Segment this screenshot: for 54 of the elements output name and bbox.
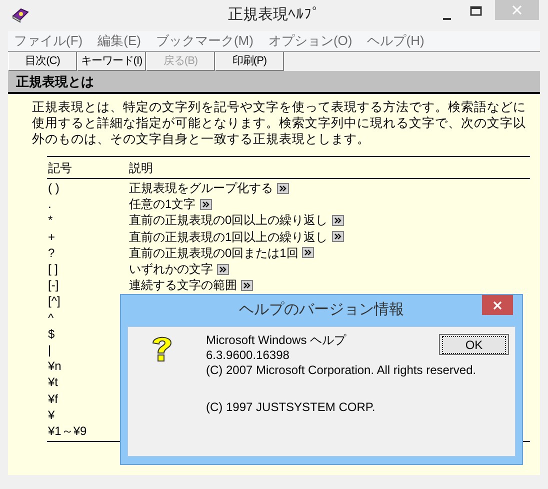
symbol-text: * <box>48 213 53 228</box>
dialog-title: ヘルプのバージョン情報 <box>239 300 404 320</box>
dialog-text: 6.3.9600.16398 <box>206 348 290 363</box>
jump-icon[interactable] <box>217 264 229 275</box>
symbol-text: ¥n <box>48 359 62 374</box>
close-button[interactable] <box>482 295 513 315</box>
jump-icon[interactable] <box>241 280 253 291</box>
symbol-text: $ <box>48 326 55 341</box>
menu-item[interactable]: ヘルプ(H) <box>367 31 424 51</box>
description-text: いずれかの文字 <box>129 262 213 276</box>
symbol-text: ¥t <box>48 375 58 390</box>
symbol-text: ? <box>48 246 55 260</box>
jump-icon[interactable] <box>277 182 289 194</box>
symbol-text: ¥ <box>48 408 55 422</box>
description-text: 正規表現をグループ化する <box>129 181 273 196</box>
description-text: 直前の正規表現の0回以上の繰り返し <box>129 213 328 228</box>
menu-item[interactable]: ファイル(F) <box>14 31 83 51</box>
description-text: 連続する文字の範囲 <box>129 278 237 292</box>
symbol-text: ¥f <box>48 392 58 406</box>
toolbar-button[interactable]: 印刷(P) <box>215 52 284 71</box>
close-icon <box>512 5 522 15</box>
symbol-text: [ ] <box>48 262 58 276</box>
jump-icon[interactable] <box>302 247 314 258</box>
symbol-text: ¥1～¥9 <box>48 424 87 438</box>
toolbar-button[interactable]: キーワード(I) <box>77 52 146 71</box>
column-header: 記号 <box>47 160 73 176</box>
symbol-text: [^] <box>48 294 60 308</box>
menu-item[interactable]: 編集(E) <box>98 31 141 51</box>
page-heading: 正規表現とは <box>16 72 94 91</box>
symbol-text: . <box>48 197 52 212</box>
toolbar-button[interactable]: 目次(C) <box>8 52 77 71</box>
book-icon <box>11 7 29 23</box>
close-icon <box>493 300 502 310</box>
symbol-text: + <box>48 230 56 244</box>
symbol-text: [-] <box>48 278 59 292</box>
menu-item[interactable]: ブックマーク(M) <box>156 31 254 51</box>
description-text: 直前の正規表現の0回または1回 <box>129 246 298 260</box>
symbol-text: ( ) <box>48 181 60 196</box>
dialog-text: Microsoft Windows ヘルプ <box>206 333 346 348</box>
column-header: 説明 <box>129 160 153 176</box>
menu-item[interactable]: オプション(O) <box>268 31 352 51</box>
maximize-icon[interactable] <box>470 6 482 16</box>
window-title: 正規表現ﾍﾙﾌﾟ <box>228 5 320 26</box>
ok-button[interactable]: OK <box>439 334 509 355</box>
jump-icon[interactable] <box>332 231 344 242</box>
symbol-text: ^ <box>48 310 54 325</box>
dialog-text: (C) 1997 JUSTSYSTEM CORP. <box>206 400 376 415</box>
jump-icon[interactable] <box>332 214 344 226</box>
dialog-text: (C) 2007 Microsoft Corporation. All rights reserved. <box>206 363 476 378</box>
jump-icon[interactable] <box>200 198 212 210</box>
symbol-text: | <box>48 342 52 357</box>
intro-paragraph: 正規表現とは、特定の文字列を記号や文字を使って表現する方法です。検索語などに使用すると詳細な指定が可能となります。検索文字列中に現れる文字で、次の文字以外のものは、その文字自身と一致する正規表現とします。 <box>32 99 527 147</box>
description-text: 直前の正規表現の1回以上の繰り返し <box>129 230 328 244</box>
description-text: 任意の1文字 <box>129 197 196 212</box>
